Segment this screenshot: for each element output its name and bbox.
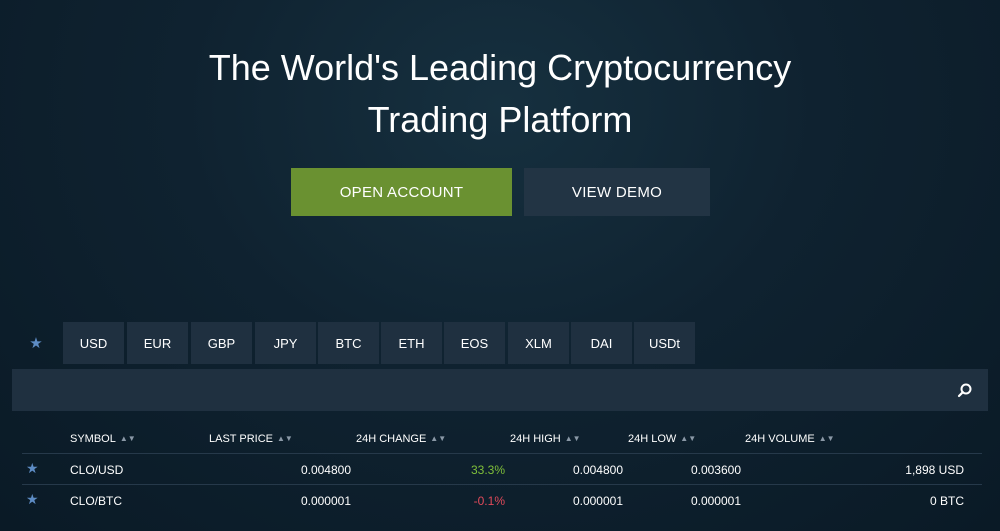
column-header-24h-change[interactable]: 24H CHANGE ▲▼	[356, 433, 446, 445]
cell-24h-volume: 0 BTC	[929, 494, 964, 508]
cell-last-price: 0.000001	[300, 494, 351, 508]
search-icon[interactable]	[957, 382, 973, 398]
open-account-button[interactable]: OPEN ACCOUNT	[291, 168, 512, 216]
column-header-24h-low[interactable]: 24H LOW ▲▼	[628, 433, 696, 445]
cell-24h-volume: 1,898 USD	[905, 463, 964, 477]
cell-last-price: 0.004800	[300, 463, 351, 477]
column-header-last-price[interactable]: LAST PRICE ▲▼	[209, 433, 293, 445]
star-icon[interactable]: ★	[26, 491, 39, 508]
tab-usdt[interactable]: USDt	[634, 322, 695, 364]
hero-section: The World's Leading Cryptocurrency Tradi…	[0, 0, 1000, 300]
tab-eos[interactable]: EOS	[444, 322, 505, 364]
tab-usd[interactable]: USD	[63, 322, 124, 364]
cell-24h-low: 0.000001	[690, 494, 741, 508]
sort-icon: ▲▼	[564, 434, 581, 443]
sort-icon: ▲▼	[818, 434, 835, 443]
table-header: SYMBOL ▲▼ LAST PRICE ▲▼ 24H CHANGE ▲▼ 24H H…	[12, 420, 988, 454]
cell-24h-high: 0.004800	[572, 463, 623, 477]
view-demo-button[interactable]: VIEW DEMO	[524, 168, 710, 216]
table-row[interactable]: ★ CLO/USD 0.004800 33.3% 0.004800 0.0036…	[22, 453, 982, 484]
tab-favorites[interactable]: ★	[12, 322, 60, 364]
star-icon: ★	[29, 335, 43, 352]
hero-title-line-2: Trading Platform	[367, 99, 633, 140]
column-header-24h-high[interactable]: 24H HIGH ▲▼	[510, 433, 581, 445]
sort-icon: ▲▼	[277, 434, 293, 443]
table-row[interactable]: ★ CLO/BTC 0.000001 -0.1% 0.000001 0.0000…	[22, 484, 982, 515]
hero-title: The World's Leading Cryptocurrency Tradi…	[0, 42, 1000, 146]
cell-24h-high: 0.000001	[572, 494, 623, 508]
tab-xlm[interactable]: XLM	[508, 322, 569, 364]
tab-dai[interactable]: DAI	[571, 322, 632, 364]
cell-24h-change: -0.1%	[473, 494, 505, 508]
hero-title-line-1: The World's Leading Cryptocurrency	[208, 47, 792, 88]
sort-icon: ▲▼	[680, 434, 697, 443]
tab-btc[interactable]: BTC	[318, 322, 379, 364]
cell-symbol: CLO/BTC	[70, 494, 123, 508]
cell-symbol: CLO/USD	[70, 463, 124, 477]
tab-eur[interactable]: EUR	[127, 322, 188, 364]
sort-icon: ▲▼	[430, 434, 447, 443]
tab-gbp[interactable]: GBP	[191, 322, 252, 364]
star-icon[interactable]: ★	[26, 460, 39, 477]
cell-24h-low: 0.003600	[690, 463, 741, 477]
search-input[interactable]	[12, 369, 942, 411]
tab-eth[interactable]: ETH	[381, 322, 442, 364]
column-header-24h-volume[interactable]: 24H VOLUME ▲▼	[745, 433, 835, 445]
cell-24h-change: 33.3%	[470, 463, 505, 477]
tab-jpy[interactable]: JPY	[255, 322, 316, 364]
column-header-symbol[interactable]: SYMBOL ▲▼	[70, 433, 136, 445]
sort-icon: ▲▼	[119, 434, 136, 443]
search-bar	[12, 369, 988, 411]
